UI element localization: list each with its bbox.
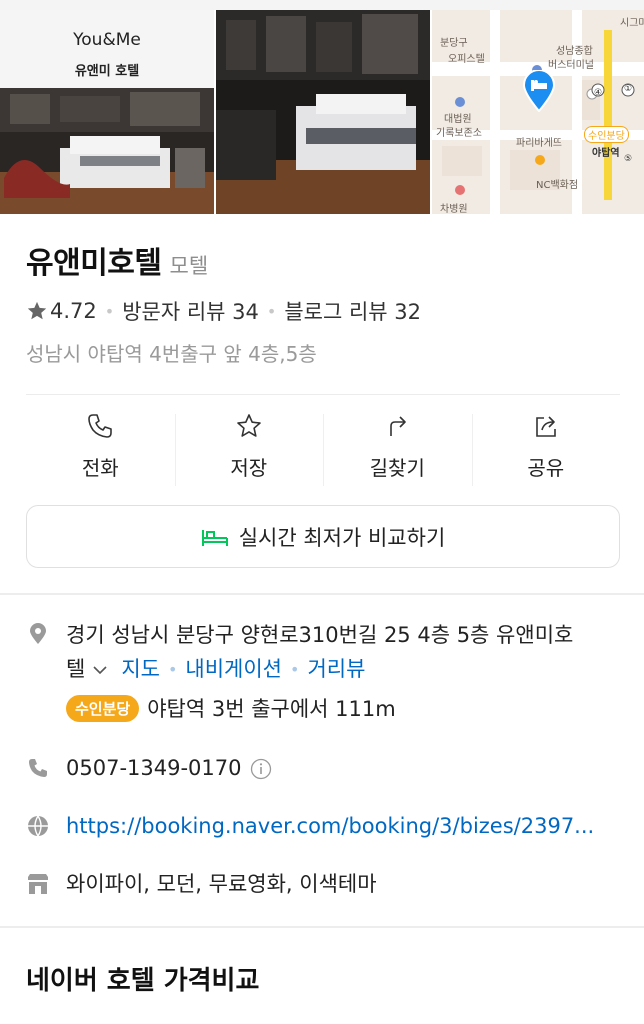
section-separator [0, 593, 644, 595]
location-pin-icon [30, 623, 46, 644]
subway-info: 수인분당 야탑역 3번 출구에서 111m [66, 693, 396, 723]
amenities: 와이파이, 모던, 무료영화, 이색테마 [66, 872, 377, 896]
bed-icon [201, 529, 228, 546]
action-bar: 전화 저장 길찾기 공유 [26, 398, 620, 490]
call-button[interactable]: 전화 [26, 398, 175, 490]
star-icon [236, 414, 261, 437]
room-photo-1 [0, 88, 214, 214]
map-label-exit5: ⑤ [624, 154, 633, 164]
rating-star-icon [27, 301, 47, 320]
map-label-line: 수인분당 [584, 126, 629, 143]
room-photo-2 [216, 10, 430, 214]
full-address-line2: 텔 [66, 657, 86, 681]
hotel-logo-en: You&Me [73, 30, 141, 50]
store-icon [28, 874, 48, 894]
price-compare-label: 실시간 최저가 비교하기 [238, 525, 446, 550]
place-title-row: 유앤미호텔 모텔 [26, 238, 208, 282]
map-label-sigma: 시그마 [620, 18, 644, 29]
hotel-logo-card: You&Me 유앤미 호텔 [0, 10, 214, 88]
map-label-bakery: 파리바게뜨 [516, 138, 562, 149]
share-label: 공유 [527, 456, 565, 480]
top-status-strip [0, 0, 644, 10]
separator-dot: • [266, 301, 277, 321]
subway-distance: 야탑역 3번 출구에서 111m [147, 697, 396, 721]
rating-value: 4.72 [50, 299, 97, 323]
directions-label: 길찾기 [369, 456, 425, 480]
directions-button[interactable]: 길찾기 [323, 398, 472, 490]
review-stats: 4.72 • 방문자 리뷰 34 • 블로그 리뷰 32 [26, 296, 421, 326]
globe-icon [28, 815, 48, 837]
map-label-officetel: 오피스텔 [448, 54, 485, 65]
map-label-terminal2: 버스터미널 [548, 60, 594, 71]
divider [26, 394, 620, 395]
save-button[interactable]: 저장 [174, 398, 324, 490]
street-view-link[interactable]: 거리뷰 [307, 651, 365, 688]
hotel-price-compare-heading: 네이버 호텔 가격비교 [26, 966, 260, 996]
info-icon[interactable] [250, 758, 272, 780]
directions-icon [390, 416, 407, 436]
full-address-line1: 경기 성남시 분당구 양현로310번길 25 4층 5층 유앤미호 [66, 623, 574, 647]
map-label-exit1: ① [624, 84, 633, 94]
hotel-pin-icon [522, 70, 556, 112]
hotel-logo-ko: 유앤미 호텔 [74, 64, 140, 79]
map-label-station: 야탑역 [592, 148, 620, 159]
visitor-reviews-link[interactable]: 방문자 리뷰 34 [122, 296, 259, 326]
phone-icon [88, 414, 113, 438]
map-label-archive: 기록보존소 [436, 128, 482, 139]
blog-reviews-link[interactable]: 블로그 리뷰 32 [284, 296, 421, 326]
place-category: 모텔 [169, 254, 209, 278]
map-link[interactable]: 지도 [121, 651, 160, 688]
map-label-district: 분당구 [440, 38, 468, 49]
section-separator [0, 926, 644, 928]
chevron-down-icon[interactable] [91, 661, 109, 679]
short-address: 성남시 야탑역 4번출구 앞 4층,5층 [26, 342, 317, 366]
subway-line-badge: 수인분당 [66, 694, 140, 722]
map-label-hospital: 차병원 [440, 204, 468, 214]
separator-dot: • [290, 660, 300, 679]
map-label-exit4: ④ [594, 88, 603, 98]
separator-dot: • [104, 301, 115, 321]
gallery-photo-2[interactable] [216, 10, 430, 214]
gallery-photo-1[interactable]: You&Me 유앤미 호텔 [0, 10, 214, 214]
map-label-nc: NC백화점 [536, 180, 579, 191]
map-label-terminal1: 성남종합 [556, 46, 593, 57]
price-compare-button[interactable]: 실시간 최저가 비교하기 [26, 505, 620, 568]
separator-dot: • [167, 660, 178, 679]
website-link[interactable]: https://booking.naver.com/booking/3/bize… [66, 808, 626, 845]
share-icon [535, 416, 556, 437]
full-address-line2-row: 텔 지도 • 내비게이션 • 거리뷰 [66, 651, 365, 688]
map-label-court: 대법원 [444, 114, 472, 125]
photo-gallery[interactable]: You&Me 유앤미 호텔 분당구 오피스텔 성남종합 버스터미널 시그마 대법… [0, 10, 644, 214]
phone-number[interactable]: 0507-1349-0170 [66, 750, 242, 787]
save-label: 저장 [230, 456, 268, 480]
place-name: 유앤미호텔 [26, 246, 162, 281]
share-button[interactable]: 공유 [471, 398, 621, 490]
phone-row: 0507-1349-0170 [66, 750, 272, 787]
navigation-link[interactable]: 내비게이션 [185, 651, 282, 688]
location-map-thumbnail[interactable]: 분당구 오피스텔 성남종합 버스터미널 시그마 대법원 기록보존소 파리바게뜨 … [432, 10, 644, 214]
call-label: 전화 [81, 456, 119, 480]
phone-icon [29, 759, 47, 777]
